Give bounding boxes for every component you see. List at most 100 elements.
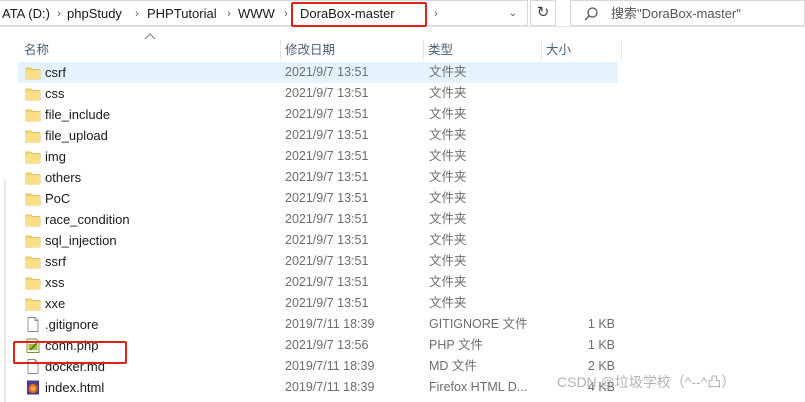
file-type: 文件夹 <box>429 65 467 79</box>
file-size <box>538 104 615 125</box>
file-name: others <box>45 170 82 185</box>
file-size <box>538 167 615 188</box>
file-name: img <box>45 149 66 164</box>
breadcrumb-separator[interactable]: › <box>132 5 142 23</box>
column-header-date[interactable]: 修改日期 <box>280 38 423 62</box>
file-size <box>538 230 615 251</box>
file-row[interactable]: img 2021/9/7 13:51 文件夹 <box>18 146 618 167</box>
column-header-name[interactable]: 名称 <box>19 38 279 62</box>
file-modified-date: 2021/9/7 13:51 <box>285 212 369 226</box>
folder-icon <box>25 254 41 269</box>
file-size <box>538 188 615 209</box>
folder-icon <box>25 128 41 143</box>
file-name: xss <box>45 275 65 290</box>
file-modified-date: 2021/9/7 13:51 <box>285 107 369 121</box>
file-type: 文件夹 <box>429 107 467 121</box>
file-modified-date: 2019/7/11 18:39 <box>285 359 375 373</box>
file-modified-date: 2021/9/7 13:51 <box>285 128 369 142</box>
file-size <box>538 125 615 146</box>
search-input[interactable]: 搜索"DoraBox-master" <box>570 0 805 26</box>
file-modified-date: 2021/9/7 13:51 <box>285 254 369 268</box>
file-row[interactable]: index.html 2019/7/11 18:39 Firefox HTML D.… <box>18 377 618 398</box>
file-name: PoC <box>45 191 71 206</box>
file-row[interactable]: ssrf 2021/9/7 13:51 文件夹 <box>18 251 618 272</box>
file-row[interactable]: race_condition 2021/9/7 13:51 文件夹 <box>18 209 618 230</box>
folder-icon <box>25 170 41 185</box>
breadcrumb-www[interactable]: WWW <box>238 5 275 23</box>
folder-icon <box>25 149 41 164</box>
file-size <box>538 146 615 167</box>
file-name: xxe <box>45 296 66 311</box>
file-modified-date: 2021/9/7 13:51 <box>285 233 369 247</box>
file-size <box>538 251 615 272</box>
file-modified-date: 2021/9/7 13:51 <box>285 275 369 289</box>
breadcrumb-phptutorial[interactable]: PHPTutorial <box>147 5 217 23</box>
address-toolbar: ATA (D:) › phpStudy › PHPTutorial › WWW … <box>0 0 805 27</box>
file-name: file_upload <box>45 128 108 143</box>
address-bar[interactable]: ATA (D:) › phpStudy › PHPTutorial › WWW … <box>0 0 528 27</box>
file-row[interactable]: css 2021/9/7 13:51 文件夹 <box>18 83 618 104</box>
file-row[interactable]: xss 2021/9/7 13:51 文件夹 <box>18 272 618 293</box>
file-type: 文件夹 <box>429 149 467 163</box>
refresh-button[interactable]: ↻ <box>530 0 556 26</box>
file-name: race_condition <box>45 212 130 227</box>
folder-icon <box>25 296 41 311</box>
file-row[interactable]: others 2021/9/7 13:51 文件夹 <box>18 167 618 188</box>
file-row[interactable]: sql_injection 2021/9/7 13:51 文件夹 <box>18 230 618 251</box>
folder-icon <box>25 233 41 248</box>
file-type: 文件夹 <box>429 233 467 247</box>
file-name: ssrf <box>45 254 66 269</box>
file-size <box>538 62 615 83</box>
file-name: sql_injection <box>45 233 117 248</box>
folder-icon <box>25 65 41 80</box>
file-modified-date: 2021/9/7 13:51 <box>285 65 369 79</box>
file-type: 文件夹 <box>429 275 467 289</box>
firefox-html-icon <box>25 380 41 395</box>
file-row[interactable]: xxe 2021/9/7 13:51 文件夹 <box>18 293 618 314</box>
watermark: CSDN @垃圾学校（^--^凸） <box>557 374 736 390</box>
folder-icon <box>25 86 41 101</box>
file-size: 1 KB <box>587 338 615 352</box>
file-row[interactable]: .gitignore 2019/7/11 18:39 GITIGNORE 文件 1 K… <box>18 314 618 335</box>
file-row[interactable]: file_include 2021/9/7 13:51 文件夹 <box>18 104 618 125</box>
file-modified-date: 2019/7/11 18:39 <box>285 317 375 331</box>
breadcrumb-phpstudy[interactable]: phpStudy <box>67 5 122 23</box>
highlight-box-breadcrumb <box>291 2 427 27</box>
file-modified-date: 2021/9/7 13:51 <box>285 191 369 205</box>
file-type: MD 文件 <box>429 359 477 373</box>
file-type: 文件夹 <box>429 296 467 310</box>
file-modified-date: 2019/7/11 18:39 <box>285 380 375 394</box>
file-type: Firefox HTML D... <box>429 380 528 394</box>
column-header-size[interactable]: 大小 <box>541 38 621 62</box>
file-row[interactable]: csrf 2021/9/7 13:51 文件夹 <box>18 62 618 83</box>
column-divider[interactable] <box>621 40 622 60</box>
column-header-type[interactable]: 类型 <box>423 38 541 62</box>
file-row[interactable]: PoC 2021/9/7 13:51 文件夹 <box>18 188 618 209</box>
breadcrumb-separator[interactable]: › <box>281 5 291 23</box>
search-placeholder: 搜索"DoraBox-master" <box>611 6 741 21</box>
file-size <box>538 293 615 314</box>
file-size <box>538 209 615 230</box>
breadcrumb-separator[interactable]: › <box>224 5 234 23</box>
file-modified-date: 2021/9/7 13:51 <box>285 170 369 184</box>
file-name: css <box>45 86 65 101</box>
folder-icon <box>25 212 41 227</box>
file-row[interactable]: file_upload 2021/9/7 13:51 文件夹 <box>18 125 618 146</box>
file-name: csrf <box>45 65 66 80</box>
file-type: 文件夹 <box>429 128 467 142</box>
breadcrumb-separator[interactable]: › <box>54 5 64 23</box>
file-modified-date: 2021/9/7 13:51 <box>285 86 369 100</box>
chevron-down-icon[interactable]: ⌄ <box>503 5 523 23</box>
file-modified-date: 2021/9/7 13:56 <box>285 338 369 352</box>
file-type: PHP 文件 <box>429 338 483 352</box>
folder-icon <box>25 107 41 122</box>
file-type: 文件夹 <box>429 170 467 184</box>
navigation-pane-edge <box>4 180 6 402</box>
file-type: 文件夹 <box>429 86 467 100</box>
file-type: 文件夹 <box>429 212 467 226</box>
folder-icon <box>25 275 41 290</box>
breadcrumb-separator[interactable]: › <box>431 5 441 23</box>
breadcrumb-drive[interactable]: ATA (D:) <box>2 5 50 23</box>
file-icon <box>25 317 41 332</box>
file-name: .gitignore <box>45 317 99 332</box>
